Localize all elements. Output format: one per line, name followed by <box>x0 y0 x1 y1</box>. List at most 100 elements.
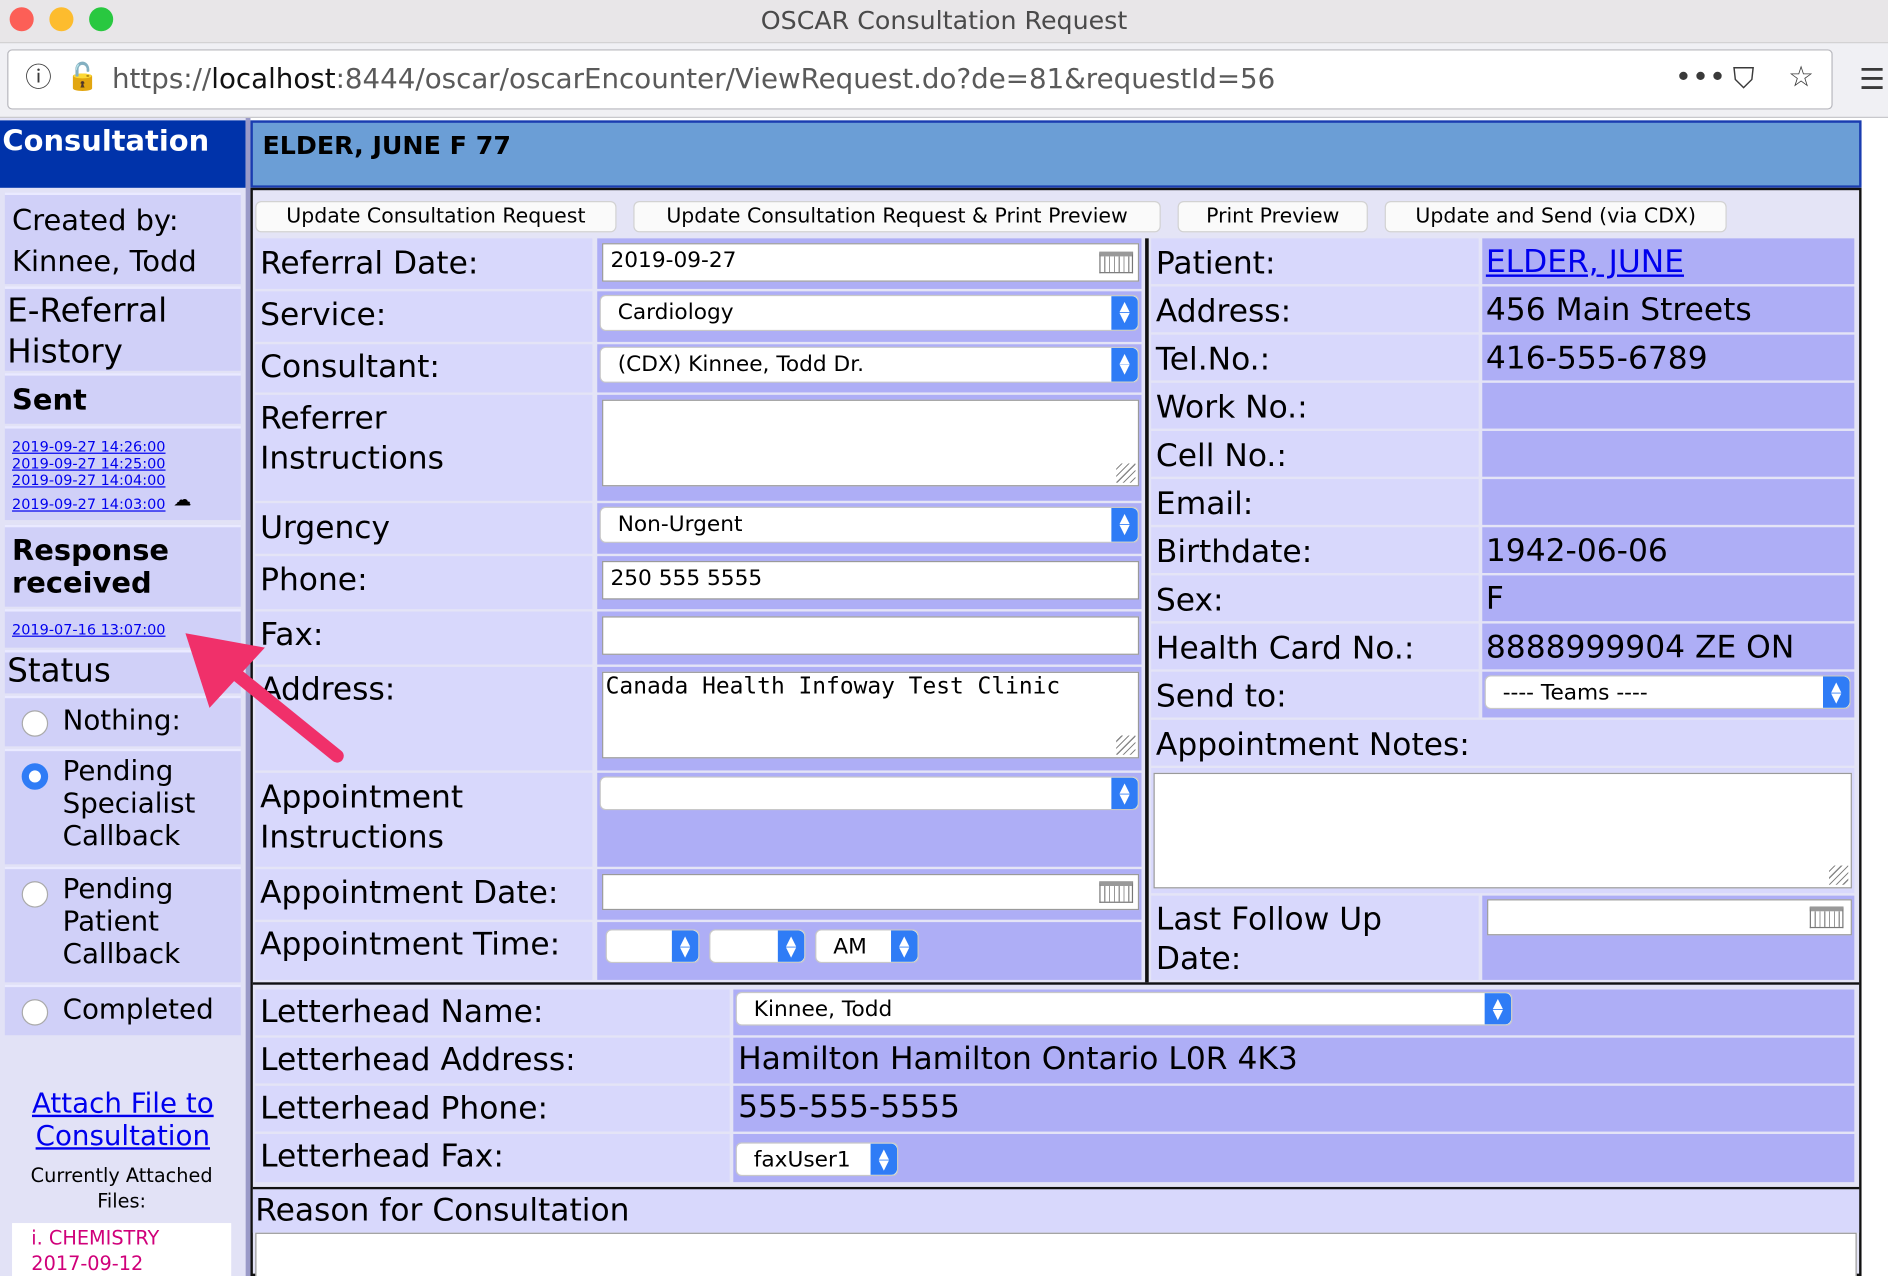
letterhead-name-select[interactable]: Kinnee, Todd ▲ ▼ <box>735 991 1513 1026</box>
attach-file-link[interactable]: Attach File to Consultation <box>26 1088 219 1153</box>
appointment-minute-select[interactable]: ▲ ▼ <box>709 929 806 964</box>
birthdate-label: Birthdate: <box>1155 534 1313 571</box>
status-pending-patient-radio[interactable] <box>21 881 49 908</box>
patient-header-text: ELDER, JUNE F 77 <box>262 131 511 161</box>
referral-date-field[interactable]: 2019-09-27 <box>602 243 1140 282</box>
sent-date-link[interactable]: 2019-09-27 14:03:00 <box>12 496 165 513</box>
pocket-icon[interactable]: ⛉ <box>1733 64 1755 93</box>
resize-grip-icon[interactable] <box>1116 735 1136 755</box>
calendar-icon[interactable] <box>1099 251 1134 274</box>
chevron-updown-icon: ▲ ▼ <box>1111 347 1138 382</box>
window-title: OSCAR Consultation Request <box>760 6 1128 35</box>
patient-name-link[interactable]: ELDER, JUNE <box>1486 244 1684 280</box>
bookmark-star-icon[interactable]: ☆ <box>1788 63 1814 92</box>
attached-files-list: i. CHEMISTRY 2017-09-12 <box>12 1223 232 1276</box>
reason-heading: Reason for Consultation <box>255 1192 630 1230</box>
response-section: Response received <box>4 524 241 607</box>
urgency-select[interactable]: Non-Urgent ▲ ▼ <box>599 506 1140 543</box>
status-option-label: Nothing: <box>62 705 181 737</box>
status-option-pending-patient[interactable]: Pending Patient Callback <box>4 866 241 983</box>
consultant-value: (CDX) Kinnee, Todd Dr. <box>617 351 865 377</box>
insecure-lock-icon[interactable]: 🔓 <box>66 63 99 93</box>
sent-dates-list: 2019-09-27 14:26:00 2019-09-27 14:25:00 … <box>4 426 241 521</box>
tel-label: Tel.No.: <box>1155 341 1271 378</box>
letterhead-name-value: Kinnee, Todd <box>753 996 893 1023</box>
sent-date-link[interactable]: 2019-09-27 14:04:00 <box>12 472 165 489</box>
ereferral-heading: E-Referral History <box>7 292 168 371</box>
appointment-ampm-select[interactable]: AM ▲ ▼ <box>815 929 919 964</box>
referrer-instructions-textarea[interactable] <box>602 399 1140 487</box>
send-to-label: Send to: <box>1155 678 1287 716</box>
letterhead-name-label: Letterhead Name: <box>260 994 544 1031</box>
appointment-hour-select[interactable]: ▲ ▼ <box>605 929 700 964</box>
resize-grip-icon[interactable] <box>1116 463 1136 483</box>
referrer-instructions-label: Referrer Instructions <box>260 400 444 477</box>
phone-label: Phone: <box>260 562 368 599</box>
sent-heading: Sent <box>12 382 87 417</box>
appointment-notes-textarea[interactable] <box>1153 772 1852 889</box>
response-date-link[interactable]: 2019-07-16 13:07:00 <box>12 621 165 638</box>
send-to-select[interactable]: ---- Teams ---- ▲ ▼ <box>1484 675 1851 710</box>
address-bar[interactable]: ⓘ 🔓 https://localhost:8444/oscar/oscarEn… <box>7 49 1833 110</box>
url-text[interactable]: https://localhost:8444/oscar/oscarEncoun… <box>112 64 1275 95</box>
update-print-preview-button[interactable]: Update Consultation Request & Print Prev… <box>633 201 1161 233</box>
chevron-updown-icon: ▲ ▼ <box>1111 296 1138 330</box>
status-option-label: Pending Patient Callback <box>62 873 181 971</box>
tel-value: 416-555-6789 <box>1485 340 1708 377</box>
last-follow-up-field[interactable] <box>1487 899 1852 936</box>
last-follow-up-label: Last Follow Up Date: <box>1155 901 1383 978</box>
attached-files-label: Currently Attached Files: <box>30 1164 213 1213</box>
patient-label: Patient: <box>1155 245 1276 282</box>
status-option-label: Pending Specialist Callback <box>62 755 196 853</box>
response-heading: Response received <box>12 533 170 600</box>
phone-field[interactable]: 250 555 5555 <box>602 560 1140 600</box>
urgency-label: Urgency <box>260 510 391 547</box>
calendar-icon[interactable] <box>1809 906 1844 929</box>
appointment-date-field[interactable] <box>602 873 1140 911</box>
service-label: Service: <box>260 297 387 334</box>
created-by-label: Created by: <box>12 203 179 238</box>
sex-label: Sex: <box>1155 582 1224 619</box>
status-nothing-radio[interactable] <box>21 710 49 737</box>
letterhead-fax-label: Letterhead Fax: <box>260 1138 504 1175</box>
calendar-icon[interactable] <box>1099 881 1134 903</box>
window-titlebar: OSCAR Consultation Request <box>0 0 1888 44</box>
consultant-label: Consultant: <box>260 349 440 386</box>
reason-textarea[interactable] <box>255 1232 1857 1276</box>
letterhead-phone-value: 555-555-5555 <box>738 1089 960 1126</box>
appointment-instructions-select[interactable]: ▲ ▼ <box>599 776 1140 811</box>
info-icon[interactable]: ⓘ <box>25 64 52 94</box>
chevron-updown-icon: ▲ ▼ <box>1111 777 1138 809</box>
consultant-select[interactable]: (CDX) Kinnee, Todd Dr. ▲ ▼ <box>599 346 1140 383</box>
created-by-name: Kinnee, Todd <box>12 244 197 279</box>
referral-date-label: Referral Date: <box>260 245 479 282</box>
sidebar-heading: Consultation <box>0 120 246 188</box>
status-completed-radio[interactable] <box>21 999 49 1026</box>
chevron-updown-icon: ▲ ▼ <box>870 1143 898 1175</box>
more-actions-icon[interactable]: ••• <box>1675 63 1726 92</box>
update-consultation-button[interactable]: Update Consultation Request <box>255 201 617 233</box>
fax-field[interactable] <box>602 616 1140 655</box>
service-value: Cardiology <box>617 299 734 326</box>
sent-date-link[interactable]: 2019-09-27 14:26:00 <box>12 438 165 455</box>
print-preview-button[interactable]: Print Preview <box>1177 201 1368 233</box>
menu-icon[interactable]: ☰ <box>1859 65 1885 94</box>
letterhead-fax-select[interactable]: faxUser1 ▲ ▼ <box>735 1142 899 1177</box>
service-select[interactable]: Cardiology ▲ ▼ <box>599 294 1140 332</box>
chevron-updown-icon: ▲ ▼ <box>1111 508 1138 542</box>
chevron-updown-icon: ▲ ▼ <box>1823 676 1850 708</box>
patient-address-value: 456 Main Streets <box>1485 292 1752 329</box>
resize-grip-icon[interactable] <box>1829 865 1849 885</box>
sent-date-link[interactable]: 2019-09-27 14:25:00 <box>12 455 165 472</box>
attached-file-item[interactable]: i. CHEMISTRY 2017-09-12 <box>31 1225 188 1276</box>
status-heading: Status <box>7 652 111 690</box>
status-option-completed[interactable]: Completed <box>4 984 241 1036</box>
letterhead-address-label: Letterhead Address: <box>260 1042 576 1079</box>
browser-toolbar: ⓘ 🔓 https://localhost:8444/oscar/oscarEn… <box>0 43 1888 118</box>
annotation-arrow <box>185 633 344 763</box>
status-pending-specialist-radio[interactable] <box>21 763 49 790</box>
address-textarea[interactable]: Canada Health Infoway Test Clinic <box>602 671 1140 759</box>
patient-address-label: Address: <box>1155 293 1292 330</box>
send-to-value: ---- Teams ---- <box>1502 680 1648 706</box>
update-send-cdx-button[interactable]: Update and Send (via CDX) <box>1384 201 1727 233</box>
